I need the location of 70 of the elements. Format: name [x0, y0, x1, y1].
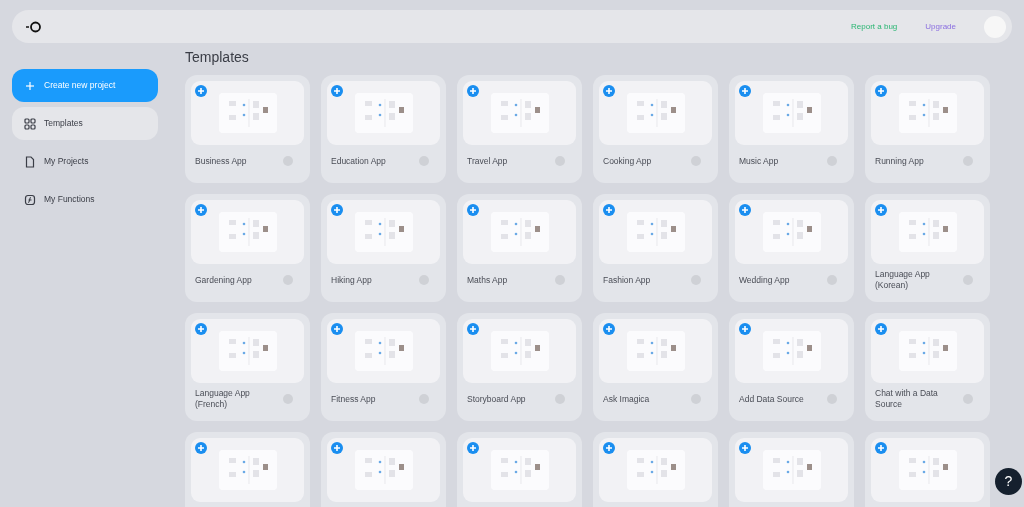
template-name: Music App: [739, 155, 780, 167]
sidebar-item[interactable]: My Functions: [12, 183, 158, 216]
template-name: Ask Imagica: [603, 393, 651, 405]
add-icon[interactable]: [739, 204, 751, 216]
template-name: Wedding App: [739, 274, 791, 286]
add-icon[interactable]: [195, 85, 207, 97]
template-name: Language App (French): [195, 388, 251, 410]
add-icon[interactable]: [875, 85, 887, 97]
logo-icon[interactable]: [26, 20, 42, 33]
template-name: Storyboard App: [467, 393, 527, 405]
add-icon[interactable]: [739, 442, 751, 454]
template-card[interactable]: Cooking App: [593, 75, 718, 183]
add-icon[interactable]: [331, 204, 343, 216]
template-card[interactable]: Wedding App: [729, 194, 854, 302]
template-name: Hiking App: [331, 274, 373, 286]
add-icon[interactable]: [195, 442, 207, 454]
function-icon: [24, 193, 36, 206]
add-icon[interactable]: [467, 323, 479, 335]
template-name: Gardening App: [195, 274, 253, 286]
template-card[interactable]: Fashion App: [593, 194, 718, 302]
add-icon[interactable]: [603, 204, 615, 216]
add-icon[interactable]: [467, 85, 479, 97]
template-card[interactable]: Maths App: [457, 194, 582, 302]
sidebar-item[interactable]: Templates: [12, 107, 158, 140]
template-name: Business App: [195, 155, 248, 167]
template-name: Add Data Source: [739, 393, 805, 405]
add-icon[interactable]: [467, 204, 479, 216]
add-icon[interactable]: [875, 442, 887, 454]
add-icon[interactable]: [331, 323, 343, 335]
add-icon[interactable]: [195, 204, 207, 216]
template-card[interactable]: Business App: [185, 75, 310, 183]
grid-icon: [24, 117, 36, 130]
page-title: Templates: [185, 48, 250, 67]
template-card[interactable]: Travel App: [457, 75, 582, 183]
template-card[interactable]: Language App (French): [185, 313, 310, 421]
add-icon[interactable]: [739, 323, 751, 335]
add-icon[interactable]: [331, 85, 343, 97]
template-card[interactable]: Storyboard App: [457, 313, 582, 421]
template-card[interactable]: Chat with a Data Source: [865, 313, 990, 421]
template-name: Maths App: [467, 274, 509, 286]
template-card[interactable]: Gardening App: [185, 194, 310, 302]
template-name: Running App: [875, 155, 925, 167]
help-button[interactable]: ?: [995, 468, 1022, 495]
template-card[interactable]: Ask Imagica: [593, 313, 718, 421]
sidebar-item[interactable]: My Projects: [12, 145, 158, 178]
template-card[interactable]: Add Data Source: [729, 313, 854, 421]
template-name: Fashion App: [603, 274, 652, 286]
add-icon[interactable]: [195, 323, 207, 335]
add-icon[interactable]: [875, 323, 887, 335]
template-card[interactable]: Language App (Korean): [865, 194, 990, 302]
add-icon[interactable]: [739, 85, 751, 97]
add-icon[interactable]: [467, 442, 479, 454]
add-icon[interactable]: [603, 85, 615, 97]
add-icon[interactable]: [875, 204, 887, 216]
template-name: Travel App: [467, 155, 509, 167]
template-name: Cooking App: [603, 155, 653, 167]
plus-icon: [24, 79, 36, 92]
template-name: Chat with a Data Source: [875, 388, 939, 410]
template-card[interactable]: Fitness App: [321, 313, 446, 421]
add-icon[interactable]: [331, 442, 343, 454]
add-icon[interactable]: [603, 442, 615, 454]
template-card[interactable]: Education App: [321, 75, 446, 183]
template-name: Language App (Korean): [875, 269, 931, 291]
template-card[interactable]: Running App: [865, 75, 990, 183]
template-name: Education App: [331, 155, 387, 167]
template-card[interactable]: Music App: [729, 75, 854, 183]
template-card[interactable]: Hiking App: [321, 194, 446, 302]
template-name: Fitness App: [331, 393, 377, 405]
add-icon[interactable]: [603, 323, 615, 335]
document-icon: [24, 155, 36, 168]
